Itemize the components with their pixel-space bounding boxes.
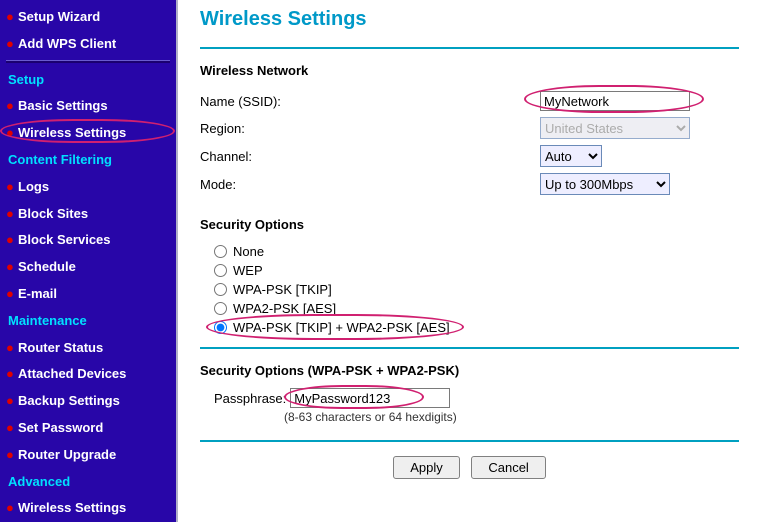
bullet-icon: ● [6, 204, 14, 225]
nav-block-services[interactable]: ● Block Services [0, 227, 176, 254]
sec-wpa2-aes-radio[interactable] [214, 302, 227, 315]
separator [200, 347, 739, 349]
nav-label: Router Upgrade [18, 447, 116, 462]
nav-label: Attached Devices [18, 366, 126, 381]
nav-set-password[interactable]: ● Set Password [0, 415, 176, 442]
nav-schedule[interactable]: ● Schedule [0, 254, 176, 281]
security-option-row: WPA-PSK [TKIP] + WPA2-PSK [AES] [214, 318, 739, 337]
bullet-icon: ● [6, 96, 14, 117]
nav-label: Wireless Settings [18, 125, 126, 140]
security-option-label: WPA2-PSK [AES] [233, 301, 336, 316]
passphrase-hint: (8-63 characters or 64 hexdigits) [284, 410, 739, 424]
ssid-label: Name (SSID): [200, 94, 540, 109]
nav-header: Maintenance [0, 308, 176, 335]
security-option-row: None [214, 242, 739, 261]
bullet-icon: ● [6, 338, 14, 359]
nav-header: Content Filtering [0, 147, 176, 174]
bullet-icon: ● [6, 418, 14, 439]
security-option-label: WEP [233, 263, 263, 278]
mode-label: Mode: [200, 177, 540, 192]
passphrase-input[interactable] [290, 388, 450, 408]
sidebar: ●Setup Wizard●Add WPS ClientSetup●Basic … [0, 0, 178, 522]
nav-attached-devices[interactable]: ● Attached Devices [0, 361, 176, 388]
security-options-group: None WEP WPA-PSK [TKIP] WPA2-PSK [AES] WPA-P… [214, 242, 739, 337]
nav-add-wps-client[interactable]: ● Add WPS Client [0, 31, 176, 58]
separator [200, 47, 739, 49]
bullet-icon: ● [6, 284, 14, 305]
nav-separator [6, 60, 170, 63]
nav-router-status[interactable]: ● Router Status [0, 335, 176, 362]
nav-block-sites[interactable]: ● Block Sites [0, 201, 176, 228]
security-option-row: WPA2-PSK [AES] [214, 299, 739, 318]
nav-adv-wireless-settings[interactable]: ● Wireless Settings [0, 495, 176, 522]
nav-label: Wireless Settings [18, 500, 126, 515]
mode-select[interactable]: Up to 300Mbps [540, 173, 670, 195]
channel-label: Channel: [200, 149, 540, 164]
bullet-icon: ● [6, 257, 14, 278]
security-option-row: WEP [214, 261, 739, 280]
wireless-network-heading: Wireless Network [200, 63, 739, 78]
nav-header: Advanced [0, 469, 176, 496]
bullet-icon: ● [6, 445, 14, 466]
channel-select[interactable]: Auto [540, 145, 602, 167]
nav-label: Router Status [18, 340, 103, 355]
separator [200, 440, 739, 442]
security-option-label: WPA-PSK [TKIP] + WPA2-PSK [AES] [233, 320, 450, 335]
nav-setup-wizard[interactable]: ● Setup Wizard [0, 4, 176, 31]
main-panel: Wireless Settings Wireless Network Name … [178, 0, 759, 522]
nav-label: Setup Wizard [18, 9, 100, 24]
nav-label: E-mail [18, 286, 57, 301]
nav-label: Logs [18, 179, 49, 194]
security-heading: Security Options [200, 217, 739, 232]
security-option-label: None [233, 244, 264, 259]
bullet-icon: ● [6, 364, 14, 385]
region-select: United States [540, 117, 690, 139]
nav-label: Block Sites [18, 206, 88, 221]
page-title: Wireless Settings [200, 8, 739, 31]
nav-label: Backup Settings [18, 393, 120, 408]
nav-email[interactable]: ● E-mail [0, 281, 176, 308]
nav-router-upgrade[interactable]: ● Router Upgrade [0, 442, 176, 469]
sec-none-radio[interactable] [214, 245, 227, 258]
nav-backup-settings[interactable]: ● Backup Settings [0, 388, 176, 415]
region-label: Region: [200, 121, 540, 136]
security-option-row: WPA-PSK [TKIP] [214, 280, 739, 299]
nav-logs[interactable]: ● Logs [0, 174, 176, 201]
nav-label: Schedule [18, 259, 76, 274]
psk-section-heading: Security Options (WPA-PSK + WPA2-PSK) [200, 363, 739, 378]
nav-label: Basic Settings [18, 98, 108, 113]
security-option-label: WPA-PSK [TKIP] [233, 282, 332, 297]
bullet-icon: ● [6, 391, 14, 412]
bullet-icon: ● [6, 498, 14, 519]
bullet-icon: ● [6, 230, 14, 251]
nav-header: Setup [0, 67, 176, 94]
nav-label: Block Services [18, 232, 111, 247]
bullet-icon: ● [6, 177, 14, 198]
nav-wireless-settings[interactable]: ● Wireless Settings [0, 120, 176, 147]
bullet-icon: ● [6, 123, 14, 144]
apply-button[interactable]: Apply [393, 456, 460, 479]
passphrase-label: Passphrase: [214, 391, 286, 406]
bullet-icon: ● [6, 7, 14, 28]
ssid-input[interactable] [540, 91, 690, 111]
sec-wpa-tkip-radio[interactable] [214, 283, 227, 296]
bullet-icon: ● [6, 34, 14, 55]
nav-basic-settings[interactable]: ● Basic Settings [0, 93, 176, 120]
nav-label: Set Password [18, 420, 103, 435]
sec-wep-radio[interactable] [214, 264, 227, 277]
sec-wpa-mixed-radio[interactable] [214, 321, 227, 334]
nav-label: Add WPS Client [18, 36, 116, 51]
cancel-button[interactable]: Cancel [471, 456, 545, 479]
